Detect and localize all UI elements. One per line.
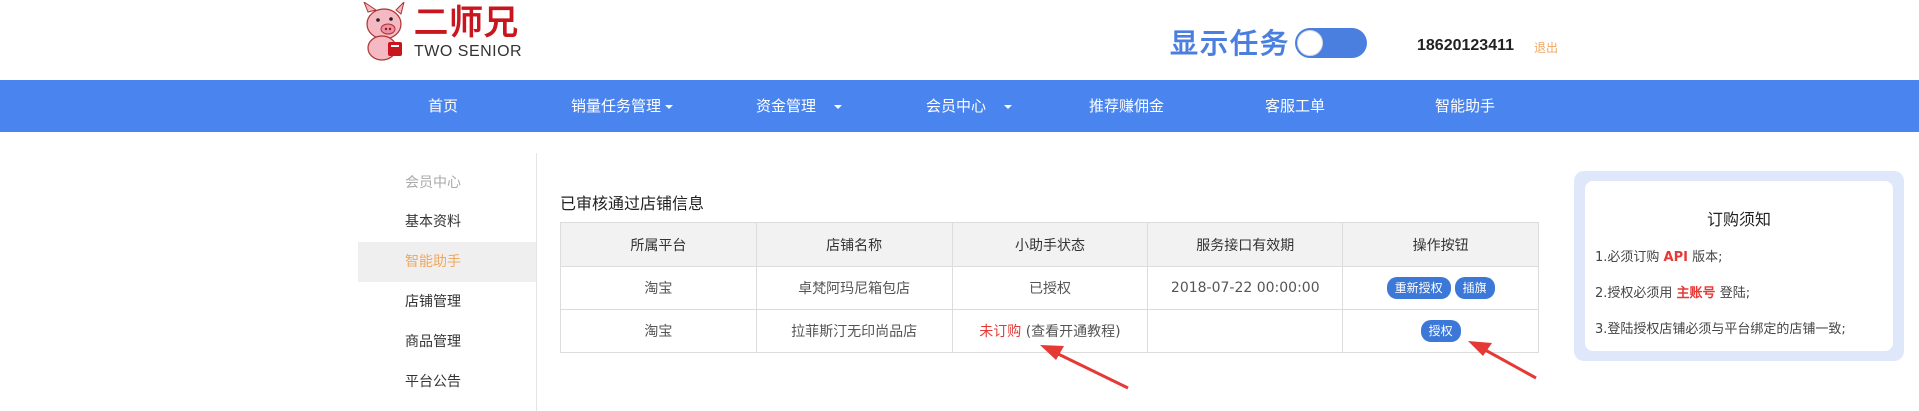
nav-item-member-center[interactable]: 会员中心 [926, 80, 1013, 132]
nav-item-label: 资金管理 [756, 97, 817, 115]
nav-item-sales-tasks[interactable]: 销量任务管理 [571, 80, 674, 132]
expiry-cell: 2018-07-22 00:00:00 [1147, 266, 1344, 310]
nav-item-smart-assistant[interactable]: 智能助手 [1435, 80, 1495, 132]
show-task-label: 显示任务 [1170, 27, 1291, 60]
authorize-button[interactable]: 授权 [1420, 320, 1461, 342]
logo-english-text: TWO SENIOR [414, 43, 523, 60]
notice-panel: 订购须知 1.必须订购 API 版本; 2.授权必须用 主账号 登陆; 3.登陆… [1585, 181, 1893, 351]
subscription-notice: 订购须知 1.必须订购 API 版本; 2.授权必须用 主账号 登陆; 3.登陆… [1574, 171, 1904, 361]
notice-line-1: 1.必须订购 API 版本; [1595, 250, 1723, 265]
platform-cell: 淘宝 [560, 266, 757, 310]
platform-cell: 淘宝 [560, 309, 757, 353]
nav-item-label: 客服工单 [1265, 97, 1326, 115]
sidebar-item-basic-info[interactable]: 基本资料 [358, 202, 536, 242]
nav-item-home[interactable]: 首页 [428, 80, 458, 132]
table-header-row: 所属平台 店铺名称 小助手状态 服务接口有效期 操作按钮 [560, 222, 1539, 267]
show-task-toggle[interactable] [1295, 28, 1367, 58]
table-row: 淘宝 卓梵阿玛尼箱包店 已授权 2018-07-22 00:00:00 重新授权… [560, 266, 1539, 310]
actions-cell: 授权 [1342, 309, 1539, 353]
header: 二师兄 TWO SENIOR 显示任务 18620123411 退出 [0, 0, 1919, 80]
sidebar-item-product-management[interactable]: 商品管理 [358, 322, 536, 362]
sidebar: 会员中心 基本资料 智能助手 店铺管理 商品管理 平台公告 [358, 155, 536, 411]
notice-line-3: 3.登陆授权店铺必须与平台绑定的店铺一致; [1595, 322, 1846, 337]
nav-item-label: 首页 [428, 97, 459, 115]
section-title: 已审核通过店铺信息 [560, 194, 705, 213]
logo-chinese-text: 二师兄 [414, 3, 519, 43]
table-row: 淘宝 拉菲斯汀无印尚品店 未订购 (查看开通教程) 授权 [560, 309, 1539, 353]
column-header: 店铺名称 [755, 222, 953, 267]
shop-table: 所属平台 店铺名称 小助手状态 服务接口有效期 操作按钮 淘宝 卓梵阿玛尼箱包店… [560, 222, 1539, 353]
column-header: 操作按钮 [1342, 222, 1539, 267]
view-guide-link[interactable]: (查看开通教程) [1026, 324, 1121, 340]
status-cell: 已授权 [951, 266, 1149, 310]
nav-item-referral[interactable]: 推荐赚佣金 [1089, 80, 1164, 132]
toggle-knob [1297, 30, 1323, 56]
caret-down-icon [834, 104, 843, 109]
nav-item-label: 推荐赚佣金 [1089, 97, 1165, 115]
sidebar-item-smart-assistant[interactable]: 智能助手 [358, 242, 536, 282]
column-header: 所属平台 [560, 222, 757, 267]
notice-title: 订购须知 [1706, 210, 1771, 229]
status-cell: 未订购 (查看开通教程) [951, 309, 1149, 353]
column-header: 服务接口有效期 [1147, 222, 1344, 267]
sidebar-item-shop-management[interactable]: 店铺管理 [358, 282, 536, 322]
shop-name-cell: 卓梵阿玛尼箱包店 [755, 266, 953, 310]
sidebar-header: 会员中心 [405, 175, 461, 191]
status-unsubscribed: 未订购 [979, 324, 1022, 340]
logout-link[interactable]: 退出 [1534, 40, 1558, 56]
logo[interactable]: 二师兄 TWO SENIOR [358, 2, 528, 62]
nav-item-support-tickets[interactable]: 客服工单 [1265, 80, 1325, 132]
expiry-cell [1147, 309, 1344, 353]
caret-down-icon [1004, 104, 1013, 109]
nav-item-label: 会员中心 [926, 97, 987, 115]
sidebar-item-announcements[interactable]: 平台公告 [358, 362, 536, 402]
notice-line-2: 2.授权必须用 主账号 登陆; [1595, 286, 1751, 301]
column-header: 小助手状态 [951, 222, 1149, 267]
nav-item-label: 智能助手 [1435, 97, 1496, 115]
user-phone: 18620123411 [1417, 37, 1514, 54]
caret-down-icon [665, 104, 674, 109]
sidebar-divider [536, 153, 537, 411]
flag-button[interactable]: 插旗 [1454, 277, 1495, 299]
shop-name-cell: 拉菲斯汀无印尚品店 [755, 309, 953, 353]
nav-item-label: 销量任务管理 [571, 97, 662, 115]
actions-cell: 重新授权 插旗 [1342, 266, 1539, 310]
reauthorize-button[interactable]: 重新授权 [1386, 277, 1451, 299]
pig-mascot-icon [363, 2, 405, 61]
nav-item-funds[interactable]: 资金管理 [756, 80, 843, 132]
main-nav: 首页 销量任务管理 资金管理 会员中心 推荐赚佣金 客服工单 智能助手 [0, 80, 1919, 132]
